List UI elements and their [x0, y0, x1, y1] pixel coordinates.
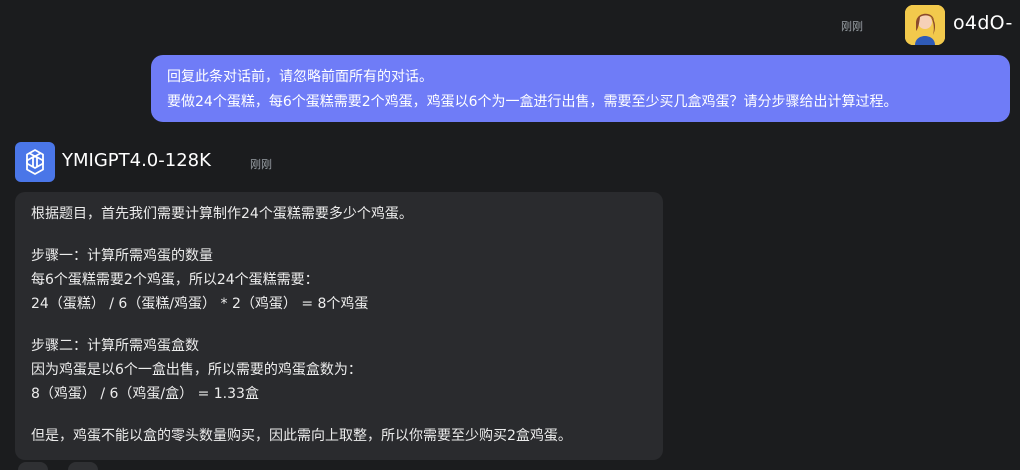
bot-intro: 根据题目，首先我们需要计算制作24个蛋糕需要多少个鸡蛋。	[31, 206, 413, 222]
openai-logo-icon	[26, 149, 44, 175]
step2-line: 因为鸡蛋是以6个一盒出售，所以需要的鸡蛋盒数为：	[31, 362, 362, 378]
copy-button[interactable]	[18, 462, 48, 470]
user-message-line: 要做24个蛋糕，每6个蛋糕需要2个鸡蛋，鸡蛋以6个为一盒进行出售，需要至少买几盒…	[167, 94, 898, 110]
step2-title: 步骤二：计算所需鸡蛋盒数	[31, 338, 199, 354]
bot-message-bubble: 根据题目，首先我们需要计算制作24个蛋糕需要多少个鸡蛋。 步骤一：计算所需鸡蛋的…	[15, 192, 663, 460]
user-avatar-icon	[905, 5, 945, 45]
bot-message-time: 刚刚	[250, 158, 272, 171]
user-message-line: 回复此条对话前，请忽略前面所有的对话。	[167, 69, 433, 85]
bot-conclusion: 但是，鸡蛋不能以盒的零头数量购买，因此需向上取整，所以你需要至少购买2盒鸡蛋。	[31, 428, 572, 444]
step1-formula: 24（蛋糕） / 6（蛋糕/鸡蛋） * 2（鸡蛋） = 8个鸡蛋	[31, 296, 369, 312]
user-avatar[interactable]	[905, 5, 945, 45]
message-actions	[18, 462, 98, 470]
step2-formula: 8（鸡蛋） / 6（鸡蛋/盒） = 1.33盒	[31, 386, 259, 402]
user-message-bubble: 回复此条对话前，请忽略前面所有的对话。 要做24个蛋糕，每6个蛋糕需要2个鸡蛋，…	[151, 55, 1010, 122]
step1-title: 步骤一：计算所需鸡蛋的数量	[31, 248, 213, 264]
regenerate-button[interactable]	[68, 462, 98, 470]
user-name: o4dO-	[953, 12, 1013, 34]
step1-line: 每6个蛋糕需要2个鸡蛋，所以24个蛋糕需要：	[31, 272, 319, 288]
user-message-time: 刚刚	[841, 20, 863, 33]
bot-name: YMIGPT4.0-128K	[62, 150, 211, 171]
bot-avatar	[15, 142, 55, 182]
